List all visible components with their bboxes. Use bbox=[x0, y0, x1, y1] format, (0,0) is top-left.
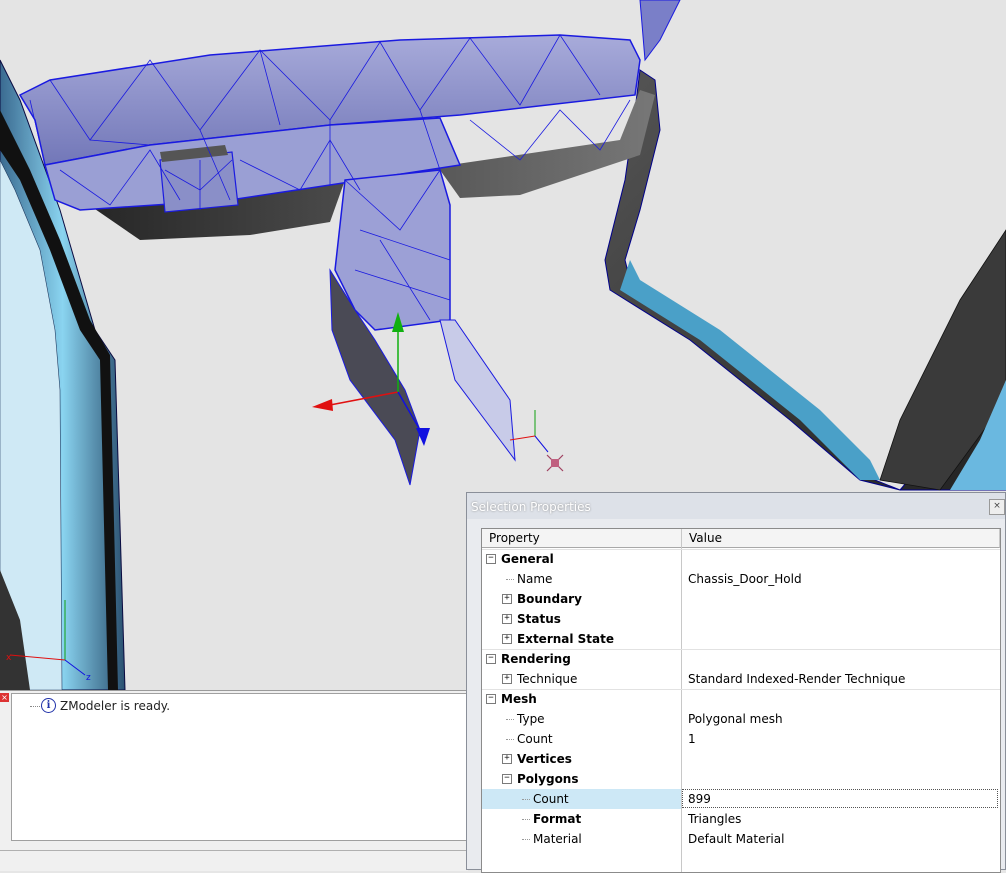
collapse-icon[interactable]: − bbox=[502, 774, 512, 784]
expand-icon[interactable]: + bbox=[502, 594, 512, 604]
group-separator bbox=[482, 689, 1000, 690]
close-icon[interactable]: × bbox=[0, 693, 9, 702]
property-label: Count bbox=[517, 732, 553, 746]
panel-titlebar[interactable]: Selection Properties × bbox=[467, 493, 1005, 519]
svg-text:x: x bbox=[6, 653, 12, 663]
expand-icon[interactable]: + bbox=[502, 634, 512, 644]
info-icon: i bbox=[41, 698, 56, 713]
tree-connector bbox=[506, 739, 514, 740]
panel-close-button[interactable]: × bbox=[989, 499, 1005, 515]
property-row[interactable]: Format Triangles bbox=[482, 809, 1000, 829]
tree-connector bbox=[522, 839, 530, 840]
value-editor[interactable] bbox=[682, 789, 998, 808]
property-label: Technique bbox=[517, 672, 578, 686]
property-value[interactable]: 899 bbox=[688, 792, 711, 806]
collapse-icon[interactable]: − bbox=[486, 694, 496, 704]
collapse-icon[interactable]: − bbox=[486, 554, 496, 564]
expand-icon[interactable]: + bbox=[502, 614, 512, 624]
property-cell[interactable] bbox=[482, 789, 681, 809]
right-door-frame bbox=[604, 0, 1006, 491]
property-label: Vertices bbox=[517, 752, 572, 766]
property-label: External State bbox=[517, 632, 615, 646]
pivot-axes-icon bbox=[509, 410, 564, 472]
property-row[interactable]: Count 1 bbox=[482, 729, 1000, 749]
property-row[interactable]: − General bbox=[482, 549, 1000, 569]
tree-connector bbox=[522, 819, 530, 820]
property-grid[interactable]: Property Value − General Name Chassis_Door_… bbox=[481, 528, 1001, 873]
property-row[interactable]: + Status bbox=[482, 609, 1000, 629]
log-panel: × i ZModeler is ready. bbox=[0, 690, 468, 851]
property-row[interactable]: + Technique Standard Indexed-Render Techni… bbox=[482, 669, 1000, 689]
group-separator bbox=[482, 549, 1000, 550]
expand-icon[interactable]: + bbox=[502, 674, 512, 684]
property-label: Material bbox=[533, 832, 582, 846]
tree-connector bbox=[506, 579, 514, 580]
property-row[interactable]: Type Polygonal mesh bbox=[482, 709, 1000, 729]
property-label: Rendering bbox=[501, 652, 571, 666]
property-label: Status bbox=[517, 612, 561, 626]
property-value[interactable]: Default Material bbox=[688, 832, 784, 846]
expand-icon[interactable]: + bbox=[502, 754, 512, 764]
collapse-icon[interactable]: − bbox=[486, 654, 496, 664]
selection-properties-panel: Selection Properties × Property Value − G… bbox=[466, 492, 1006, 873]
property-label: Format bbox=[533, 812, 582, 826]
tree-connector bbox=[506, 719, 514, 720]
property-row[interactable]: + Boundary bbox=[482, 589, 1000, 609]
property-value[interactable]: 1 bbox=[688, 732, 696, 746]
property-row[interactable]: + Vertices bbox=[482, 749, 1000, 769]
property-label: Boundary bbox=[517, 592, 582, 606]
property-label: Count bbox=[533, 792, 569, 806]
x-axis-arrow-icon[interactable] bbox=[312, 399, 333, 411]
property-value[interactable]: Chassis_Door_Hold bbox=[688, 572, 802, 586]
property-value[interactable]: Triangles bbox=[688, 812, 741, 826]
property-row[interactable]: + External State bbox=[482, 629, 1000, 649]
log-footer bbox=[0, 850, 468, 871]
property-cell[interactable] bbox=[482, 809, 681, 829]
log-message: ZModeler is ready. bbox=[60, 699, 171, 713]
log-list[interactable]: i ZModeler is ready. bbox=[11, 693, 468, 841]
panel-title: Selection Properties bbox=[471, 500, 591, 514]
property-value[interactable]: Polygonal mesh bbox=[688, 712, 783, 726]
property-label: Polygons bbox=[517, 772, 579, 786]
column-header-property[interactable]: Property bbox=[482, 529, 682, 548]
property-row[interactable]: − Mesh bbox=[482, 689, 1000, 709]
property-label: Type bbox=[517, 712, 545, 726]
group-separator bbox=[482, 649, 1000, 650]
property-row[interactable]: Name Chassis_Door_Hold bbox=[482, 569, 1000, 589]
property-label: Name bbox=[517, 572, 553, 586]
property-row[interactable]: Count 899 bbox=[482, 789, 1000, 809]
property-row[interactable]: Material Default Material bbox=[482, 829, 1000, 849]
column-header-value[interactable]: Value bbox=[682, 529, 1000, 548]
property-row[interactable]: − Polygons bbox=[482, 769, 1000, 789]
property-label: General bbox=[501, 552, 554, 566]
property-row[interactable]: − Rendering bbox=[482, 649, 1000, 669]
property-value[interactable]: Standard Indexed-Render Technique bbox=[688, 672, 905, 686]
svg-text:z: z bbox=[86, 673, 91, 683]
property-label: Mesh bbox=[501, 692, 537, 706]
tree-connector bbox=[522, 799, 530, 800]
